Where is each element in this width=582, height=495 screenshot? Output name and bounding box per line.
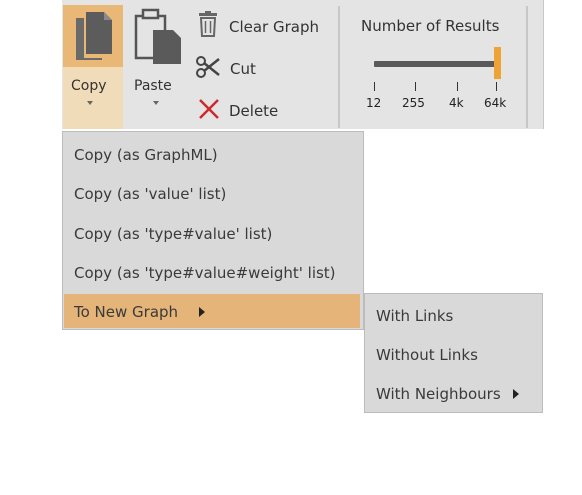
slider-tick-label: 64k: [484, 96, 507, 110]
ribbon-separator: [338, 6, 340, 128]
submenu-arrow-icon: [513, 389, 519, 399]
slider-tick: [457, 82, 458, 91]
copy-icon: [76, 12, 112, 60]
copy-label: Copy: [71, 78, 107, 94]
menu-item-copy-value-list[interactable]: Copy (as 'value' list): [74, 185, 226, 203]
scissors-icon: [196, 56, 220, 78]
cut-button[interactable]: Cut: [230, 60, 256, 78]
results-slider-thumb[interactable]: [494, 47, 501, 79]
menu-item-copy-graphml[interactable]: Copy (as GraphML): [74, 146, 218, 164]
paste-icon[interactable]: [133, 8, 185, 64]
ribbon-separator: [526, 6, 528, 128]
submenu-item-with-links[interactable]: With Links: [376, 307, 453, 325]
submenu-arrow-icon: [199, 307, 205, 317]
results-slider-track[interactable]: [374, 61, 496, 67]
submenu-item-without-links[interactable]: Without Links: [376, 346, 478, 364]
delete-button[interactable]: Delete: [229, 102, 278, 120]
trash-icon: [199, 11, 217, 37]
paste-dropdown-arrow-icon[interactable]: [153, 101, 159, 105]
slider-tick: [374, 82, 375, 91]
delete-x-icon: [199, 99, 219, 119]
paste-label: Paste: [134, 78, 172, 94]
slider-tick: [496, 82, 497, 91]
slider-tick: [415, 82, 416, 91]
slider-tick-label: 12: [366, 96, 382, 110]
clear-graph-button[interactable]: Clear Graph: [229, 18, 319, 36]
menu-item-copy-type-value-list[interactable]: Copy (as 'type#value' list): [74, 225, 272, 243]
submenu-item-with-neighbours[interactable]: With Neighbours: [376, 385, 501, 403]
copy-dropdown-arrow-icon[interactable]: [87, 101, 93, 105]
menu-item-to-new-graph[interactable]: To New Graph: [74, 303, 178, 321]
menu-item-copy-type-value-weight-list[interactable]: Copy (as 'type#value#weight' list): [74, 264, 336, 282]
results-title: Number of Results: [361, 17, 500, 35]
slider-tick-label: 4k: [449, 96, 464, 110]
slider-tick-label: 255: [402, 96, 425, 110]
